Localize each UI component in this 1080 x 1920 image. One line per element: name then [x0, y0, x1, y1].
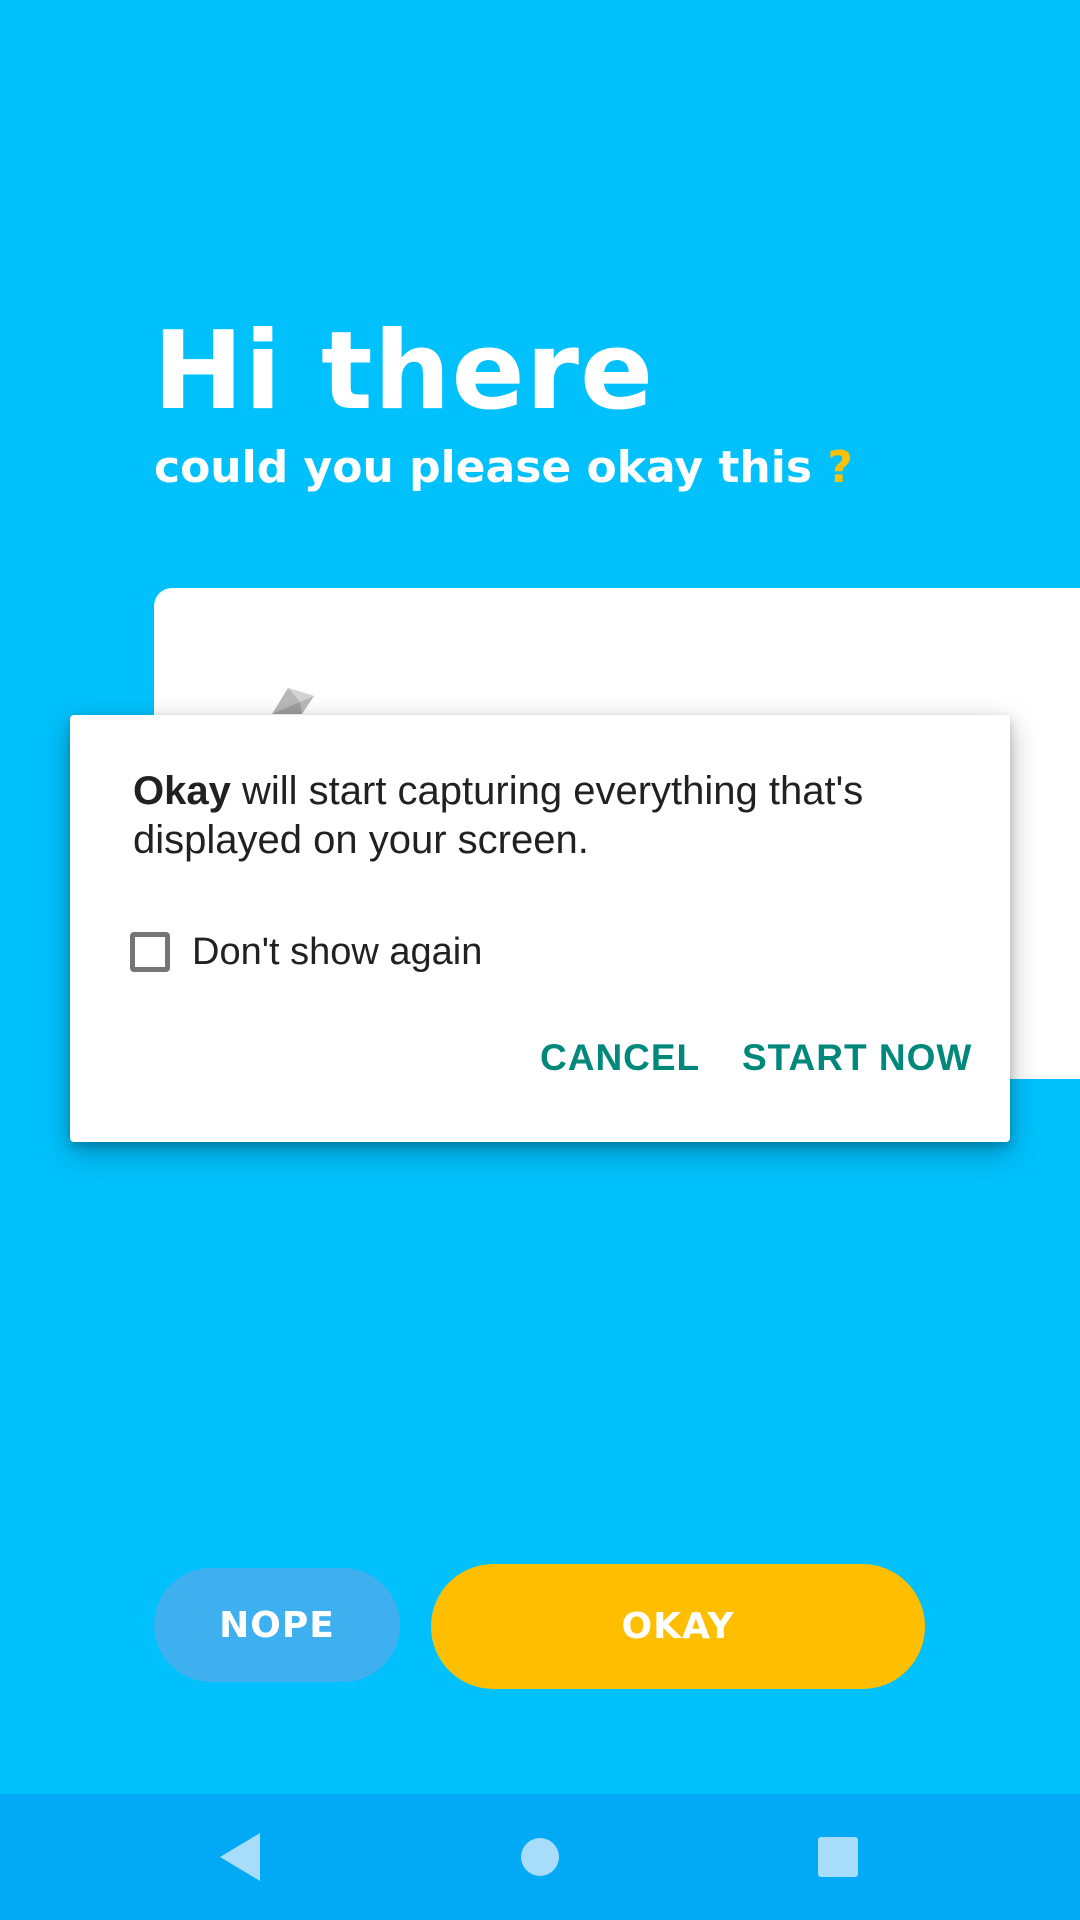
greeting-subtitle-text: could you please okay this [154, 442, 813, 493]
dialog-message-text: will start capturing everything that's d… [133, 769, 864, 862]
greeting-subtitle: could you please okay this ? [154, 442, 853, 493]
okay-button[interactable]: OKAY [431, 1564, 925, 1689]
back-icon [220, 1833, 260, 1881]
nope-button[interactable]: NOPE [154, 1568, 400, 1682]
dialog-app-name: Okay [133, 769, 231, 813]
dont-show-again-row[interactable]: Don't show again [130, 927, 482, 977]
permission-screen: Hi there could you please okay this ? Ok… [0, 0, 1080, 1920]
dont-show-again-label[interactable]: Don't show again [192, 931, 482, 974]
cancel-button[interactable]: CANCEL [540, 1028, 700, 1088]
dialog-message: Okay will start capturing everything tha… [133, 767, 953, 865]
recents-icon [818, 1837, 858, 1877]
recents-button[interactable] [778, 1794, 898, 1920]
screen-capture-dialog: Okay will start capturing everything tha… [70, 715, 1010, 1142]
greeting-title: Hi there [153, 309, 655, 434]
dont-show-again-checkbox[interactable] [130, 932, 170, 972]
navigation-bar [0, 1794, 1080, 1920]
start-now-button[interactable]: START NOW [742, 1028, 972, 1088]
home-icon [521, 1838, 559, 1876]
back-button[interactable] [180, 1794, 300, 1920]
question-mark: ? [827, 442, 853, 493]
home-button[interactable] [480, 1794, 600, 1920]
